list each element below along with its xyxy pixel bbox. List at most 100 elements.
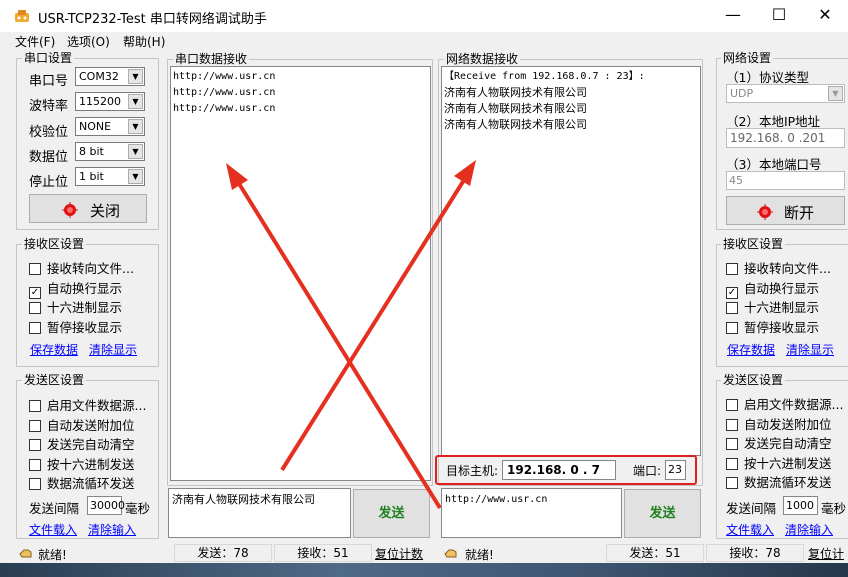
- net-receive-option-2[interactable]: 十六进制显示: [726, 297, 819, 316]
- checkbox[interactable]: [29, 321, 41, 334]
- checkbox[interactable]: [726, 263, 738, 275]
- checkbox[interactable]: [726, 302, 738, 314]
- chevron-down-icon: ▼: [828, 86, 843, 101]
- serial-send-option-4[interactable]: 数据流循环发送: [29, 473, 135, 492]
- net-receive-textarea[interactable]: 【Receive from 192.168.0.7 : 23】: 济南有人物联网…: [441, 66, 701, 456]
- net-send-option-2[interactable]: 发送完自动清空: [726, 433, 832, 452]
- net-receive-title: 网络数据接收: [444, 52, 521, 66]
- target-host-input[interactable]: 192.168. 0 . 7: [502, 460, 616, 480]
- serial-receive-option-1[interactable]: ✓ 自动换行显示: [29, 278, 122, 299]
- serial-interval-input[interactable]: 30000: [87, 496, 125, 515]
- port-select[interactable]: COM32 ▼: [75, 67, 145, 86]
- serial-file-load-link[interactable]: 文件载入: [29, 521, 77, 538]
- serial-receive-option-3[interactable]: 暂停接收显示: [29, 317, 122, 336]
- checkbox[interactable]: [29, 458, 41, 471]
- local-port-input[interactable]: 45: [726, 171, 845, 190]
- serial-interval-label: 发送间隔: [29, 501, 80, 516]
- serial-receive-option-2[interactable]: 十六进制显示: [29, 297, 122, 316]
- net-receive-option-3[interactable]: 暂停接收显示: [726, 317, 819, 336]
- chevron-down-icon: ▼: [128, 169, 143, 184]
- checkbox-label: 按十六进制发送: [744, 455, 832, 471]
- port-label: 串口号: [29, 74, 69, 89]
- checkbox[interactable]: [726, 438, 738, 450]
- serial-clear-display-link[interactable]: 清除显示: [89, 341, 137, 358]
- net-disconnect-button[interactable]: 断开: [726, 196, 845, 225]
- checkbox[interactable]: [29, 400, 41, 412]
- net-interval-unit: 毫秒: [821, 501, 847, 516]
- menu-options[interactable]: 选项(O): [67, 33, 110, 50]
- serial-close-label: 关闭: [90, 202, 121, 220]
- parity-select[interactable]: NONE ▼: [75, 117, 145, 136]
- databits-value: 8 bit: [79, 145, 104, 158]
- serial-send-option-2[interactable]: 发送完自动清空: [29, 434, 135, 453]
- checkbox[interactable]: [29, 478, 41, 490]
- serial-send-input[interactable]: 济南有人物联网技术有限公司: [168, 488, 351, 538]
- stopbits-select[interactable]: 1 bit ▼: [75, 167, 145, 186]
- protocol-select[interactable]: UDP ▼: [726, 84, 845, 103]
- checkbox-label: 自动发送附加位: [744, 416, 832, 432]
- serial-interval-unit: 毫秒: [125, 501, 151, 516]
- net-send-option-1[interactable]: 自动发送附加位: [726, 414, 832, 433]
- checkbox-label: 发送完自动清空: [47, 437, 135, 452]
- databits-select[interactable]: 8 bit ▼: [75, 142, 145, 161]
- serial-receive-line: http://www.usr.cn: [173, 71, 276, 82]
- net-receive-option-0[interactable]: 接收转向文件...: [726, 258, 831, 277]
- net-reset-count-button[interactable]: 复位计: [808, 545, 844, 562]
- serial-send-option-0[interactable]: 启用文件数据源...: [29, 395, 146, 414]
- maximize-button[interactable]: ☐: [756, 0, 802, 32]
- serial-clear-input-link[interactable]: 清除输入: [88, 521, 136, 538]
- net-sent-count: 发送：51: [606, 544, 704, 562]
- net-receive-line: 济南有人物联网技术有限公司: [444, 86, 587, 99]
- net-send-input[interactable]: http://www.usr.cn: [441, 488, 622, 538]
- parity-label: 校验位: [29, 125, 69, 140]
- checkbox-label: 启用文件数据源...: [744, 397, 844, 412]
- checkbox-label: 十六进制显示: [744, 300, 820, 315]
- chevron-down-icon: ▼: [128, 69, 143, 84]
- net-interval-input[interactable]: 1000: [783, 496, 818, 515]
- serial-receive-textarea[interactable]: http://www.usr.cn http://www.usr.cn http…: [170, 66, 431, 481]
- checkbox[interactable]: [29, 419, 41, 432]
- net-send-option-3[interactable]: 按十六进制发送: [726, 453, 832, 472]
- title-bar: USR-TCP232-Test 串口转网络调试助手 — ☐ ✕: [0, 0, 848, 32]
- menu-file[interactable]: 文件(F): [15, 33, 55, 50]
- net-save-data-link[interactable]: 保存数据: [727, 341, 775, 358]
- net-clear-input-link[interactable]: 清除输入: [785, 521, 833, 538]
- checkbox[interactable]: [726, 418, 738, 431]
- serial-send-option-1[interactable]: 自动发送附加位: [29, 415, 135, 434]
- checkbox-label: 自动换行显示: [47, 280, 123, 296]
- local-ip-input[interactable]: 192.168. 0 .201: [726, 128, 845, 148]
- serial-received-count: 接收：51: [274, 544, 372, 562]
- minimize-button[interactable]: —: [710, 0, 756, 32]
- checkbox[interactable]: [726, 399, 738, 411]
- net-send-button[interactable]: 发送: [624, 489, 701, 538]
- checkbox[interactable]: [726, 321, 738, 334]
- serial-status-ready: 就绪!: [38, 548, 67, 562]
- net-receive-option-1[interactable]: ✓ 自动换行显示: [726, 278, 819, 299]
- baud-select[interactable]: 115200 ▼: [75, 92, 145, 111]
- net-send-option-4[interactable]: 数据流循环发送: [726, 472, 832, 491]
- menu-help[interactable]: 帮助(H): [123, 33, 165, 50]
- checkbox[interactable]: [29, 302, 41, 314]
- serial-receive-option-0[interactable]: 接收转向文件...: [29, 258, 134, 277]
- checkbox-label: 数据流循环发送: [47, 476, 135, 491]
- serial-save-data-link[interactable]: 保存数据: [30, 341, 78, 358]
- net-clear-display-link[interactable]: 清除显示: [786, 341, 834, 358]
- net-file-load-link[interactable]: 文件载入: [726, 521, 774, 538]
- port-value: COM32: [79, 70, 119, 83]
- net-send-option-0[interactable]: 启用文件数据源...: [726, 394, 843, 413]
- protocol-value: UDP: [730, 87, 754, 100]
- checkbox[interactable]: [29, 439, 41, 451]
- serial-close-button[interactable]: 关闭: [29, 194, 147, 223]
- window-title: USR-TCP232-Test 串口转网络调试助手: [38, 12, 267, 27]
- serial-settings-title: 串口设置: [22, 51, 75, 65]
- serial-reset-count-button[interactable]: 复位计数: [375, 545, 423, 562]
- checkbox[interactable]: [726, 477, 738, 489]
- checkbox[interactable]: [726, 457, 738, 470]
- menu-bar: 文件(F) 选项(O) 帮助(H): [0, 32, 848, 50]
- serial-send-option-3[interactable]: 按十六进制发送: [29, 454, 135, 473]
- checkbox[interactable]: [29, 263, 41, 275]
- close-window-button[interactable]: ✕: [802, 0, 848, 32]
- desktop-background-strip: [0, 563, 848, 577]
- serial-send-button[interactable]: 发送: [353, 489, 430, 538]
- target-port-input[interactable]: 23: [665, 460, 686, 480]
